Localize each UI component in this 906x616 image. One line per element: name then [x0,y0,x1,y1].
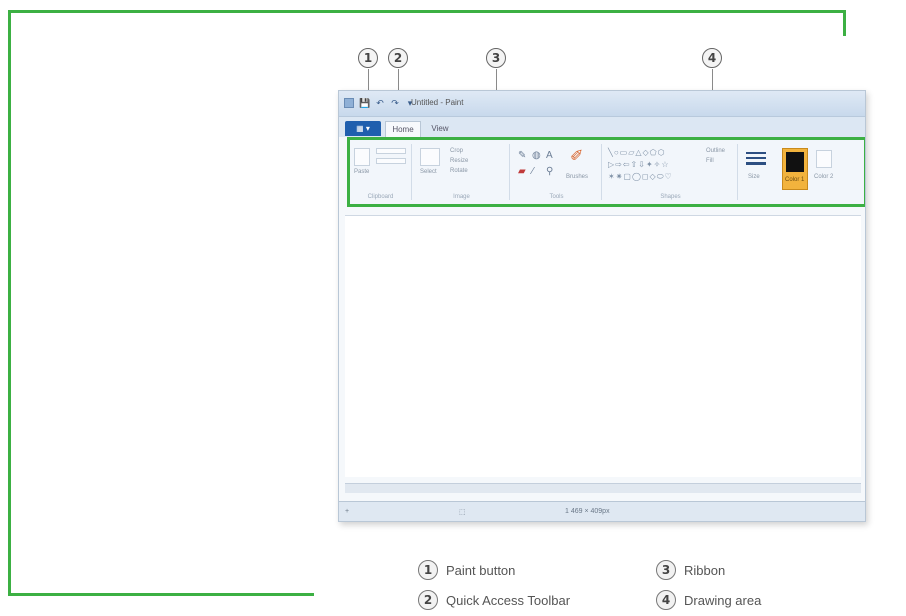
callout-4: 4 [702,48,722,68]
select-icon[interactable] [420,148,440,166]
color-1-button[interactable]: Color 1 [782,148,808,190]
shapes-row-1[interactable]: ╲○▭▱△◇⬠⬡ [608,148,666,157]
legend-label-1: Paint button [446,562,516,578]
legend-number-4: 4 [656,590,676,610]
paint-app-icon [344,98,354,108]
status-bar: + ⬚ 1 469 × 409px [339,501,865,521]
ribbon-tab-bar: ▦ ▾ Home View [339,117,865,137]
callout-3: 3 [486,48,506,68]
shapes-row-3[interactable]: ✶✷▢◯◻◇⬭♡ [608,172,673,182]
color-1-label: Color 1 [785,177,805,183]
horizontal-scrollbar[interactable] [345,483,861,493]
redo-icon[interactable]: ↷ [389,97,401,109]
quick-access-toolbar: 💾 ↶ ↷ ▾ [359,97,416,109]
clipboard-group-label: Clipboard [367,194,394,200]
tools-group-label: Tools [549,194,564,200]
pencil-icon[interactable]: ✎ [518,150,526,161]
title-bar: 💾 ↶ ↷ ▾ Untitled - Paint [339,91,865,117]
crop-button[interactable]: Crop [450,148,463,154]
brushes-icon[interactable]: ✐ [570,146,583,166]
legend-item-2: 2 Quick Access Toolbar [418,590,570,610]
select-label[interactable]: Select [420,169,437,175]
shapes-group-label: Shapes [660,194,681,200]
cursor-position-icon: + [345,508,350,515]
frame-bottom-border [8,593,314,596]
frame-top-border [8,10,846,13]
callout-2: 2 [388,48,408,68]
tab-view[interactable]: View [425,121,455,137]
legend-number-2: 2 [418,590,438,610]
legend-label-2: Quick Access Toolbar [446,592,571,608]
fill-dropdown[interactable]: Fill [706,158,714,164]
paint-window: 💾 ↶ ↷ ▾ Untitled - Paint ▦ ▾ Home View P… [338,90,866,522]
copy-icon[interactable] [376,158,406,164]
text-icon[interactable]: A [546,150,553,161]
legend-label-4: Drawing area [684,592,762,608]
window-title: Untitled - Paint [411,98,464,107]
shapes-group: ╲○▭▱△◇⬠⬡ ▷⇨⇦⇧⇩✦✧☆ ✶✷▢◯◻◇⬭♡ Outline Fill … [604,144,738,200]
frame-right-border [843,10,846,36]
legend-item-3: 3 Ribbon [656,560,725,580]
tab-home[interactable]: Home [385,121,421,137]
drawing-area[interactable] [345,215,861,477]
save-icon[interactable]: 💾 [359,97,371,109]
paint-button[interactable]: ▦ ▾ [345,121,381,136]
legend-item-4: 4 Drawing area [656,590,761,610]
size-icon[interactable] [746,152,766,166]
color-2-label[interactable]: Color 2 [814,174,833,180]
brushes-label[interactable]: Brushes [566,174,588,180]
legend-number-1: 1 [418,560,438,580]
legend-item-1: 1 Paint button [418,560,515,580]
paste-label: Paste [354,169,370,175]
callout-1: 1 [358,48,378,68]
eraser-icon[interactable]: ▰ [518,166,526,177]
magnifier-icon[interactable]: ⚲ [546,166,553,177]
image-size-text: 1 469 × 409px [565,508,610,515]
fill-bucket-icon[interactable]: ◍ [532,150,541,161]
paste-icon[interactable] [354,148,370,166]
rotate-button[interactable]: Rotate [450,168,468,174]
legend-label-3: Ribbon [684,562,726,578]
outline-dropdown[interactable]: Outline [706,148,725,154]
resize-button[interactable]: Resize [450,158,468,164]
frame-left-border [8,10,11,596]
color-picker-icon[interactable]: ⁄ [532,166,534,177]
shapes-row-2[interactable]: ▷⇨⇦⇧⇩✦✧☆ [608,160,670,169]
color-1-swatch [786,152,804,172]
selection-size-icon: ⬚ [459,509,466,516]
tools-group: ✎ ◍ A ▰ ⁄ ⚲ ✐ Brushes Tools [512,144,602,200]
color-2-swatch[interactable] [816,150,832,168]
size-label[interactable]: Size [748,174,760,180]
cut-icon[interactable] [376,148,406,154]
undo-icon[interactable]: ↶ [374,97,386,109]
ribbon: Paste Clipboard Select Crop Resize Rotat… [347,137,865,207]
clipboard-group: Paste Clipboard [350,144,412,200]
image-group: Select Crop Resize Rotate Image [414,144,510,200]
legend-number-3: 3 [656,560,676,580]
image-group-label: Image [453,194,470,200]
